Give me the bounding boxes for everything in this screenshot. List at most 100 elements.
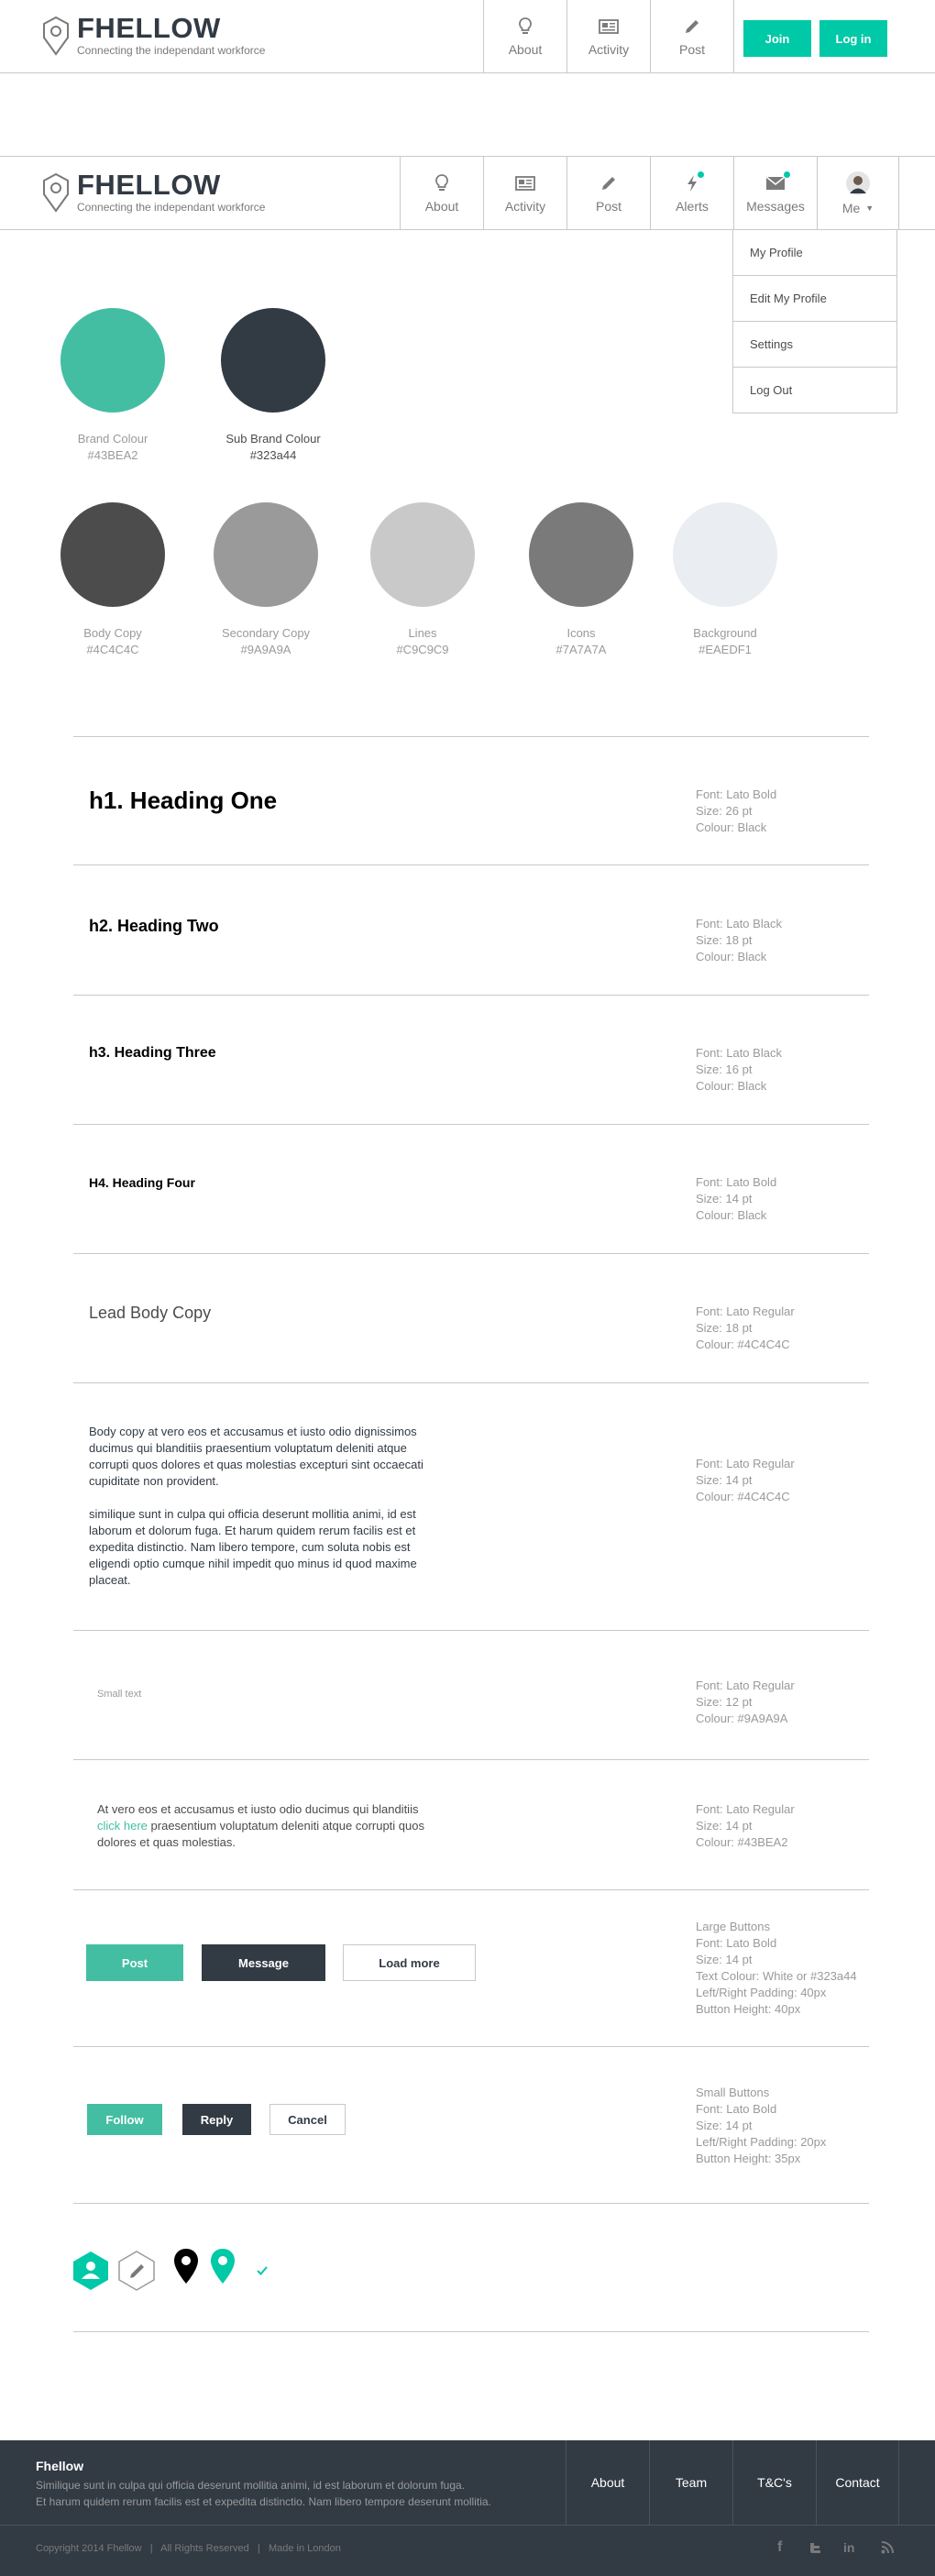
lightbulb-icon [518, 17, 533, 37]
spec-line: Font: Lato Bold [696, 1175, 777, 1189]
nav-post-label: Post [678, 42, 705, 57]
spec-line: Text Colour: White or #323a44 [696, 1969, 857, 1983]
join-button[interactable]: Join [743, 20, 811, 57]
post-button[interactable]: Post [86, 1944, 183, 1981]
lightning-icon [686, 171, 704, 193]
spec-line: Font: Lato Bold [696, 787, 777, 801]
divider [73, 1124, 869, 1125]
spec-line: Size: 14 pt [696, 1819, 753, 1833]
small-buttons-spec: Small Buttons Font: Lato Bold Size: 14 p… [696, 2085, 826, 2167]
spec-line: Left/Right Padding: 20px [696, 2135, 827, 2149]
footer-link-team[interactable]: Team [649, 2440, 732, 2525]
spec-line: Colour: #9A9A9A [696, 1712, 788, 1725]
divider [73, 1759, 869, 1760]
reply-button[interactable]: Reply [182, 2104, 251, 2135]
facebook-icon[interactable]: f [777, 2539, 782, 2556]
rss-icon[interactable] [881, 2541, 894, 2559]
large-buttons-spec: Large Buttons Font: Lato Bold Size: 14 p… [696, 1919, 857, 2018]
pencil-hexagon-icon [116, 2250, 157, 2296]
footer-link-about[interactable]: About [566, 2440, 649, 2525]
swatch-hex: #9A9A9A [240, 643, 292, 656]
swatch-body-copy: Body Copy #4C4C4C [39, 502, 186, 658]
login-button[interactable]: Log in [820, 20, 887, 57]
dropdown-item-settings[interactable]: Settings [733, 321, 896, 367]
envelope-icon [766, 171, 790, 193]
swatch-background: Background #EAEDF1 [652, 502, 798, 658]
header-logged-out: FHELLOW Connecting the independant workf… [0, 0, 935, 73]
pencil-icon [684, 17, 700, 37]
spec-line: Colour: #4C4C4C [696, 1490, 790, 1503]
logo[interactable]: FHELLOW Connecting the independant workf… [42, 14, 266, 57]
link-text-spec: Font: Lato Regular Size: 14 pt Colour: #… [696, 1801, 795, 1851]
spec-line: Font: Lato Regular [696, 1679, 795, 1692]
heading-three-spec: Font: Lato Black Size: 16 pt Colour: Bla… [696, 1045, 782, 1095]
message-button[interactable]: Message [202, 1944, 325, 1981]
heading-two-sample: h2. Heading Two [89, 917, 219, 935]
me-dropdown-menu: My Profile Edit My Profile Settings Log … [732, 229, 897, 413]
nav-me[interactable]: Me ▼ [817, 157, 899, 230]
divider [73, 995, 869, 996]
spec-line: Size: 18 pt [696, 1321, 753, 1335]
divider [73, 2203, 869, 2204]
spec-line: Colour: Black [696, 820, 767, 834]
lead-copy-sample: Lead Body Copy [89, 1304, 212, 1322]
twitter-icon[interactable] [808, 2541, 823, 2559]
swatch-name: Brand Colour [77, 432, 148, 446]
spec-line: Font: Lato Bold [696, 1936, 777, 1950]
nav-activity[interactable]: Activity [566, 0, 650, 73]
spec-line: Button Height: 35px [696, 2152, 801, 2165]
logo-pin-icon [43, 16, 69, 56]
divider [73, 1889, 869, 1890]
nav-post[interactable]: Post [566, 157, 650, 230]
footer-link-contact[interactable]: Contact [816, 2440, 899, 2525]
spec-line: Size: 14 pt [696, 1473, 753, 1487]
pencil-icon [600, 173, 617, 193]
dropdown-item-logout[interactable]: Log Out [733, 367, 896, 413]
spec-line: Size: 14 pt [696, 1953, 753, 1966]
lightbulb-icon [434, 173, 449, 193]
logo[interactable]: FHELLOW Connecting the independant workf… [42, 171, 265, 214]
newspaper-icon [599, 17, 619, 37]
divider [73, 864, 869, 865]
linkedin-icon[interactable]: in [843, 2540, 854, 2555]
swatch-secondary-copy: Secondary Copy #9A9A9A [192, 502, 339, 658]
nav-messages[interactable]: Messages [733, 157, 817, 230]
nav-divider [733, 0, 734, 73]
swatch-circle [60, 502, 165, 607]
nav-alerts[interactable]: Alerts [650, 157, 733, 230]
swatch-hex: #C9C9C9 [396, 643, 449, 656]
cancel-button[interactable]: Cancel [270, 2104, 346, 2135]
spec-line: Font: Lato Black [696, 917, 782, 930]
swatch-circle [214, 502, 318, 607]
messages-notification-dot [784, 171, 790, 178]
click-here-link[interactable]: click here [97, 1819, 148, 1833]
swatch-hex: #EAEDF1 [698, 643, 752, 656]
nav-post-label: Post [595, 199, 622, 214]
link-text-sample: At vero eos et accusamus et iusto odio d… [97, 1801, 438, 1851]
footer-divider [0, 2525, 935, 2526]
spec-line: Size: 14 pt [696, 1192, 753, 1205]
spec-line: Left/Right Padding: 40px [696, 1986, 827, 1999]
spec-line: Font: Lato Black [696, 1046, 782, 1060]
dropdown-item-my-profile[interactable]: My Profile [733, 229, 896, 275]
heading-one-sample: h1. Heading One [89, 787, 278, 814]
swatch-hex: #7A7A7A [556, 643, 607, 656]
user-hexagon-icon [71, 2250, 111, 2296]
swatch-name: Lines [408, 626, 437, 640]
nav-activity[interactable]: Activity [483, 157, 566, 230]
heading-three-sample: h3. Heading Three [89, 1045, 216, 1061]
divider [73, 736, 869, 737]
swatch-circle [529, 502, 633, 607]
footer-link-terms[interactable]: T&C's [732, 2440, 816, 2525]
header-logged-in: FHELLOW Connecting the independant workf… [0, 156, 935, 230]
lead-copy-spec: Font: Lato Regular Size: 18 pt Colour: #… [696, 1304, 795, 1353]
nav-about[interactable]: About [483, 0, 566, 73]
follow-button[interactable]: Follow [87, 2104, 162, 2135]
logo-tagline: Connecting the independant workforce [77, 44, 266, 57]
swatch-name: Body Copy [83, 626, 142, 640]
swatch-circle [60, 308, 165, 413]
nav-about[interactable]: About [400, 157, 483, 230]
load-more-button[interactable]: Load more [343, 1944, 476, 1981]
dropdown-item-edit-profile[interactable]: Edit My Profile [733, 275, 896, 321]
nav-post[interactable]: Post [650, 0, 733, 73]
